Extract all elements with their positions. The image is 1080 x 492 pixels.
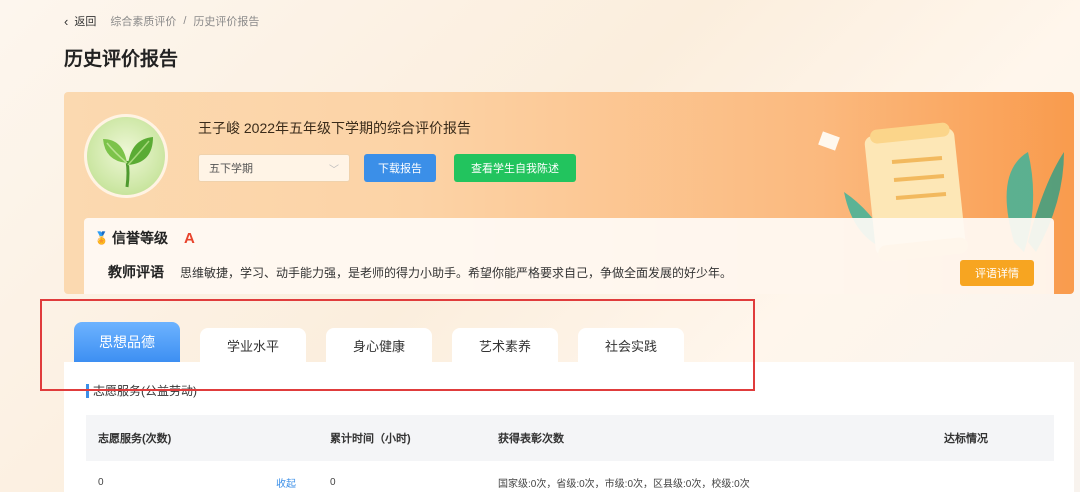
leaf-icon (103, 137, 153, 188)
teacher-comment-text: 思维敏捷，学习、动手能力强，是老师的得力小助手。希望你能严格要求自己，争做全面发… (180, 265, 733, 280)
report-title: 王子峻 2022年五年级下学期的综合评价报告 (198, 120, 472, 136)
cell-awards: 国家级:0次，省级:0次，市级:0次，区县级:0次，校级:0次 (498, 479, 750, 490)
back-label: 返回 (74, 16, 97, 28)
table-header: 志愿服务(次数) 累计时间（小时) 获得表彰次数 达标情况 (86, 415, 1054, 461)
medal-icon: 🏅 (94, 231, 109, 245)
page-title: 历史评价报告 (64, 49, 179, 70)
evaluation-info-panel: 🏅 信誉等级 A 教师评语 思维敏捷，学习、动手能力强，是老师的得力小助手。希望… (84, 218, 1054, 294)
collapse-link[interactable]: 收起 (276, 475, 330, 490)
back-button[interactable]: ‹ 返回 (64, 13, 96, 29)
credit-row: 🏅 信誉等级 A (94, 228, 195, 248)
credit-grade: A (183, 229, 195, 247)
column-header-hours: 累计时间（小时) (330, 433, 411, 445)
table-row: 0 收起 0 国家级:0次，省级:0次，市级:0次，区县级:0次，校级:0次 (86, 461, 1054, 492)
chevron-left-icon: ‹ (64, 13, 69, 29)
column-header-count: 志愿服务(次数) (98, 433, 172, 445)
view-self-statement-button[interactable]: 查看学生自我陈述 (454, 154, 576, 182)
credit-label: 信誉等级 (111, 230, 168, 246)
chevron-down-icon: ﹀ (329, 164, 339, 176)
cell-hours: 0 (330, 477, 336, 488)
download-report-button[interactable]: 下载报告 (364, 154, 436, 182)
semester-select-value: 五下学期 (209, 163, 253, 175)
teacher-comment-label: 教师评语 (108, 264, 164, 280)
report-header-card: 王子峻 2022年五年级下学期的综合评价报告 五下学期 ﹀ 下载报告 查看学生自… (64, 92, 1074, 294)
teacher-comment-row: 教师评语 思维敏捷，学习、动手能力强，是老师的得力小助手。希望你能严格要求自己，… (108, 262, 732, 282)
semester-select[interactable]: 五下学期 ﹀ (198, 154, 350, 182)
avatar (84, 114, 168, 198)
volunteer-table: 志愿服务(次数) 累计时间（小时) 获得表彰次数 达标情况 0 收起 0 国家级… (86, 415, 1054, 492)
column-header-status: 达标情况 (944, 433, 988, 445)
breadcrumb: ‹ 返回 综合素质评价 / 历史评价报告 (64, 13, 259, 29)
column-header-awards: 获得表彰次数 (498, 433, 564, 445)
breadcrumb-separator: / (183, 15, 187, 27)
breadcrumb-item-history: 历史评价报告 (193, 16, 260, 28)
highlight-annotation-box (40, 299, 755, 391)
cell-count: 0 (98, 477, 104, 488)
comment-detail-button[interactable]: 评语详情 (960, 260, 1034, 286)
breadcrumb-item-evaluation[interactable]: 综合素质评价 (110, 13, 176, 29)
